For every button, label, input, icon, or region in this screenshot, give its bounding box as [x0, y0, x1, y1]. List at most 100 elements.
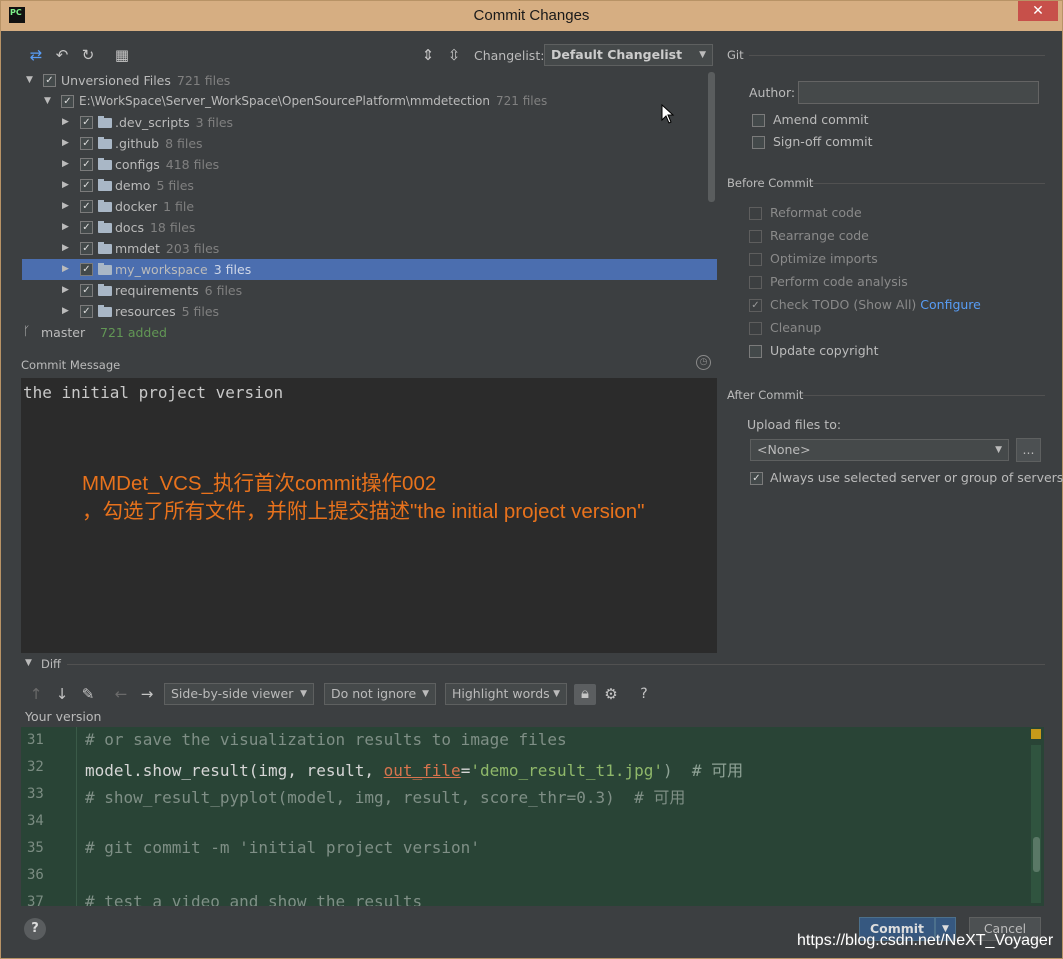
code-line: # test a video and show the results — [85, 892, 423, 906]
rollback-icon[interactable]: ↶ — [53, 46, 71, 64]
tree-row-folder[interactable]: ▶ ✓ demo 5 files — [22, 175, 717, 196]
collapsed-arrow-icon[interactable]: ▶ — [62, 133, 69, 154]
diff-collapse-icon[interactable]: ▼ — [25, 658, 32, 668]
tree-count: 203 files — [165, 241, 220, 256]
tree-row-folder[interactable]: ▶ ✓ resources 5 files — [22, 301, 717, 322]
edit-source-icon[interactable]: ✎ — [79, 685, 97, 703]
browse-servers-button[interactable]: ... — [1016, 438, 1041, 462]
collapsed-arrow-icon[interactable]: ▶ — [62, 112, 69, 133]
tree-row-folder[interactable]: ▶ ✓ .github 8 files — [22, 133, 717, 154]
changelist-select[interactable]: Default Changelist ▼ — [544, 44, 713, 66]
tree-count: 3 files — [213, 262, 252, 277]
tree-row-folder[interactable]: ▶ ✓ .dev_scripts 3 files — [22, 112, 717, 133]
changes-tree: ▼ ✓ Unversioned Files 721 files ▼ ✓ E:\Wo… — [22, 70, 717, 322]
tree-label: my_workspace — [115, 262, 208, 277]
amend-commit-checkbox[interactable] — [752, 114, 765, 127]
refresh-icon[interactable]: ↻ — [79, 46, 97, 64]
perform-analysis-checkbox[interactable] — [749, 276, 762, 289]
code-line: # show_result_pyplot(model, img, result,… — [85, 788, 686, 807]
help-button[interactable]: ? — [24, 918, 46, 940]
back-arrow-icon[interactable]: ← — [112, 685, 130, 703]
branch-name: master — [41, 325, 86, 340]
check-todo-checkbox[interactable]: ✓ — [749, 299, 762, 312]
update-copyright-checkbox[interactable] — [749, 345, 762, 358]
collapsed-arrow-icon[interactable]: ▶ — [62, 154, 69, 175]
collapsed-arrow-icon[interactable]: ▶ — [62, 301, 69, 322]
cleanup-checkbox[interactable] — [749, 322, 762, 335]
forward-arrow-icon[interactable]: → — [138, 685, 156, 703]
tree-row-folder[interactable]: ▶ ✓ configs 418 files — [22, 154, 717, 175]
tree-row-folder[interactable]: ▶ ✓ docs 18 files — [22, 217, 717, 238]
folder-checkbox[interactable]: ✓ — [80, 263, 93, 276]
tree-row-path[interactable]: ▼ ✓ E:\WorkSpace\Server_WorkSpace\OpenSo… — [22, 91, 717, 112]
folder-checkbox[interactable]: ✓ — [80, 221, 93, 234]
line-number: 33 — [27, 786, 44, 802]
tree-label: .dev_scripts — [115, 115, 190, 130]
folder-checkbox[interactable]: ✓ — [80, 284, 93, 297]
expanded-arrow-icon[interactable]: ▼ — [44, 91, 51, 112]
tree-count: 5 files — [181, 304, 220, 319]
folder-icon — [98, 116, 112, 128]
window-title: Commit Changes — [473, 7, 590, 24]
viewer-select[interactable]: Side-by-side viewer ▼ — [164, 683, 314, 705]
signoff-commit-checkbox[interactable] — [752, 136, 765, 149]
gear-icon[interactable]: ⚙ — [602, 685, 620, 703]
upload-server-select[interactable]: <None> ▼ — [750, 439, 1009, 461]
reformat-code-checkbox[interactable] — [749, 207, 762, 220]
folder-checkbox[interactable]: ✓ — [80, 305, 93, 318]
highlight-select[interactable]: Highlight words ▼ — [445, 683, 567, 705]
collapsed-arrow-icon[interactable]: ▶ — [62, 238, 69, 259]
close-window-button[interactable]: ✕ — [1018, 1, 1058, 21]
folder-checkbox[interactable]: ✓ — [80, 158, 93, 171]
editor-scrollbar-thumb[interactable] — [1033, 837, 1040, 872]
warning-marker-icon — [1031, 729, 1041, 739]
tree-scrollbar[interactable] — [708, 72, 715, 202]
diff-help-icon[interactable]: ? — [635, 685, 653, 703]
tree-row-unversioned[interactable]: ▼ ✓ Unversioned Files 721 files — [22, 70, 717, 91]
tree-row-folder[interactable]: ▶ ✓ mmdet 203 files — [22, 238, 717, 259]
folder-icon — [98, 305, 112, 317]
tree-row-folder-selected[interactable]: ▶ ✓ my_workspace 3 files — [22, 259, 717, 280]
ignore-select[interactable]: Do not ignore ▼ — [324, 683, 436, 705]
tree-label: resources — [115, 304, 176, 319]
check-todo-label: Check TODO (Show All) — [770, 297, 917, 312]
show-diff-icon[interactable]: ⇄ — [27, 46, 45, 64]
always-use-server-checkbox[interactable]: ✓ — [750, 472, 763, 485]
collapsed-arrow-icon[interactable]: ▶ — [62, 217, 69, 238]
tree-count: 6 files — [204, 283, 243, 298]
diff-editor[interactable]: 31 32 33 34 35 36 37 # or save the visua… — [21, 727, 1044, 906]
tree-row-folder[interactable]: ▶ ✓ requirements 6 files — [22, 280, 717, 301]
collapsed-arrow-icon[interactable]: ▶ — [62, 280, 69, 301]
changelist-value: Default Changelist — [551, 47, 683, 62]
history-clock-icon[interactable]: ◷ — [696, 355, 711, 370]
collapsed-arrow-icon[interactable]: ▶ — [62, 259, 69, 280]
next-difference-icon[interactable]: ↓ — [53, 685, 71, 703]
collapse-all-icon[interactable]: ⇳ — [445, 46, 463, 64]
folder-checkbox[interactable]: ✓ — [80, 116, 93, 129]
folder-icon — [98, 242, 112, 254]
configure-link[interactable]: Configure — [920, 297, 981, 312]
editor-scrollbar-track[interactable] — [1031, 745, 1041, 903]
author-input[interactable] — [798, 81, 1039, 104]
folder-icon — [98, 284, 112, 296]
folder-checkbox[interactable]: ✓ — [80, 200, 93, 213]
expand-all-icon[interactable]: ⇕ — [419, 46, 437, 64]
unversioned-checkbox[interactable]: ✓ — [43, 74, 56, 87]
folder-checkbox[interactable]: ✓ — [80, 137, 93, 150]
folder-checkbox[interactable]: ✓ — [80, 242, 93, 255]
group-by-icon[interactable]: ▦ — [113, 46, 131, 64]
expanded-arrow-icon[interactable]: ▼ — [26, 70, 33, 91]
close-icon: ✕ — [1032, 3, 1044, 19]
commit-message-label: Commit Message — [21, 358, 121, 372]
folder-checkbox[interactable]: ✓ — [80, 179, 93, 192]
optimize-imports-checkbox[interactable] — [749, 253, 762, 266]
amend-commit-label: Amend commit — [773, 112, 869, 127]
rearrange-code-checkbox[interactable] — [749, 230, 762, 243]
collapsed-arrow-icon[interactable]: ▶ — [62, 196, 69, 217]
collapsed-arrow-icon[interactable]: ▶ — [62, 175, 69, 196]
perform-analysis-label: Perform code analysis — [770, 274, 908, 289]
tree-row-folder[interactable]: ▶ ✓ docker 1 file — [22, 196, 717, 217]
path-checkbox[interactable]: ✓ — [61, 95, 74, 108]
lock-icon[interactable]: 🔒︎ — [574, 684, 596, 705]
previous-difference-icon[interactable]: ↑ — [27, 685, 45, 703]
